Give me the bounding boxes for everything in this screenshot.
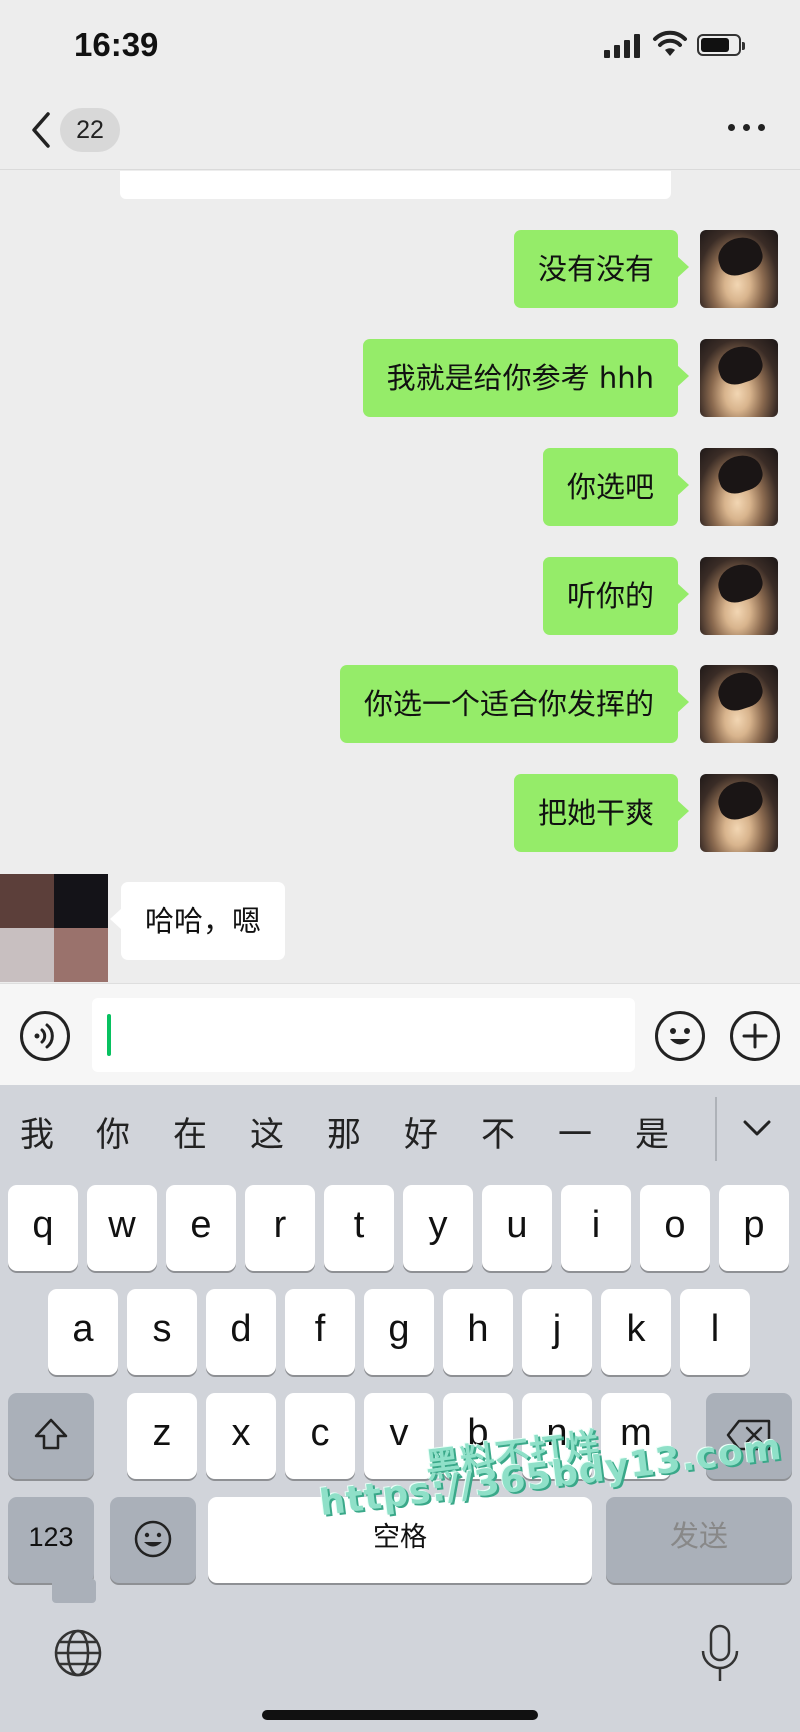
my-avatar[interactable] [700, 665, 778, 743]
outgoing-message-bubble[interactable]: 把她干爽 [513, 774, 690, 852]
cellular-signal-icon [604, 34, 644, 58]
outgoing-message-bubble[interactable]: 我就是给你参考 hhh [362, 339, 690, 417]
candidate-word[interactable]: 这 [250, 1107, 284, 1156]
status-time: 16:39 [74, 26, 159, 63]
globe-icon[interactable] [52, 1627, 104, 1679]
key[interactable]: s [127, 1289, 197, 1375]
candidate-word[interactable]: 好 [404, 1107, 438, 1156]
microphone-icon[interactable] [698, 1623, 742, 1685]
status-bar: 16:39 [0, 0, 800, 90]
key[interactable]: r [245, 1185, 315, 1271]
emoji-icon[interactable] [655, 1011, 705, 1061]
emoji-icon [134, 1520, 172, 1558]
key[interactable]: u [482, 1185, 552, 1271]
candidate-word[interactable]: 我 [20, 1107, 54, 1156]
chat-input-bar [0, 983, 800, 1085]
add-attachment-icon[interactable] [730, 1011, 780, 1061]
back-chevron-icon[interactable] [26, 108, 56, 152]
key[interactable]: v [364, 1393, 434, 1479]
key[interactable]: e [166, 1185, 236, 1271]
message-row: 你选吧 [0, 448, 800, 526]
key[interactable]: h [443, 1289, 513, 1375]
key[interactable]: x [206, 1393, 276, 1479]
message-input[interactable] [92, 998, 635, 1072]
outgoing-message-bubble[interactable]: 你选吧 [542, 448, 690, 526]
candidate-word[interactable]: 那 [327, 1107, 361, 1156]
outgoing-message-bubble[interactable]: 听你的 [542, 557, 690, 635]
chat-nav-bar: 22 [0, 90, 800, 170]
text-caret [107, 1014, 111, 1056]
key[interactable]: t [324, 1185, 394, 1271]
contact-avatar[interactable] [0, 874, 108, 982]
keyboard: 我 你 在 这 那 好 不 一 是 q w e r t y u i o p a … [0, 1085, 800, 1732]
key[interactable]: z [127, 1393, 197, 1479]
candidate-divider [715, 1097, 717, 1161]
key[interactable]: j [522, 1289, 592, 1375]
battery-icon [697, 34, 745, 56]
message-row: 听你的 [0, 557, 800, 635]
send-key[interactable]: 发送 [606, 1497, 792, 1583]
key[interactable]: d [206, 1289, 276, 1375]
numbers-key[interactable]: 123 [8, 1497, 94, 1583]
emoji-key[interactable] [110, 1497, 196, 1583]
message-row: 我就是给你参考 hhh [0, 339, 800, 417]
message-list[interactable]: 没有没有 我就是给你参考 hhh 你选吧 听你的 你选一个适合你发挥的 把她干爽… [0, 171, 800, 983]
key[interactable]: i [561, 1185, 631, 1271]
my-avatar[interactable] [700, 339, 778, 417]
voice-input-icon[interactable] [20, 1011, 70, 1061]
message-row: 没有没有 [0, 230, 800, 308]
key[interactable]: w [87, 1185, 157, 1271]
unread-count-badge[interactable]: 22 [60, 108, 120, 152]
key[interactable]: y [403, 1185, 473, 1271]
message-row: 把她干爽 [0, 774, 800, 852]
key[interactable]: c [285, 1393, 355, 1479]
candidate-bar: 我 你 在 这 那 好 不 一 是 [0, 1085, 800, 1177]
my-avatar[interactable] [700, 230, 778, 308]
message-row: 你选一个适合你发挥的 [0, 665, 800, 743]
key[interactable]: o [640, 1185, 710, 1271]
shift-key[interactable] [8, 1393, 94, 1479]
more-options-icon[interactable] [728, 124, 768, 136]
key[interactable]: k [601, 1289, 671, 1375]
outgoing-message-bubble[interactable]: 没有没有 [513, 230, 690, 308]
previous-message-bubble [120, 171, 671, 199]
key-shadow-ghost [52, 1579, 96, 1603]
key[interactable]: a [48, 1289, 118, 1375]
key[interactable]: l [680, 1289, 750, 1375]
key[interactable]: p [719, 1185, 789, 1271]
candidate-word[interactable]: 在 [173, 1107, 207, 1156]
my-avatar[interactable] [700, 557, 778, 635]
wifi-icon [653, 30, 687, 56]
incoming-message-bubble[interactable]: 哈哈，嗯 [109, 882, 286, 960]
chevron-down-icon[interactable] [742, 1113, 772, 1143]
candidate-word[interactable]: 一 [558, 1107, 592, 1156]
shift-arrow-icon [34, 1418, 68, 1450]
my-avatar[interactable] [700, 774, 778, 852]
key[interactable]: g [364, 1289, 434, 1375]
candidate-word[interactable]: 是 [635, 1107, 669, 1156]
candidate-word[interactable]: 不 [481, 1107, 515, 1156]
candidate-word[interactable]: 你 [96, 1107, 130, 1156]
key[interactable]: f [285, 1289, 355, 1375]
home-indicator [262, 1710, 538, 1720]
key[interactable]: q [8, 1185, 78, 1271]
outgoing-message-bubble[interactable]: 你选一个适合你发挥的 [339, 665, 690, 743]
my-avatar[interactable] [700, 448, 778, 526]
